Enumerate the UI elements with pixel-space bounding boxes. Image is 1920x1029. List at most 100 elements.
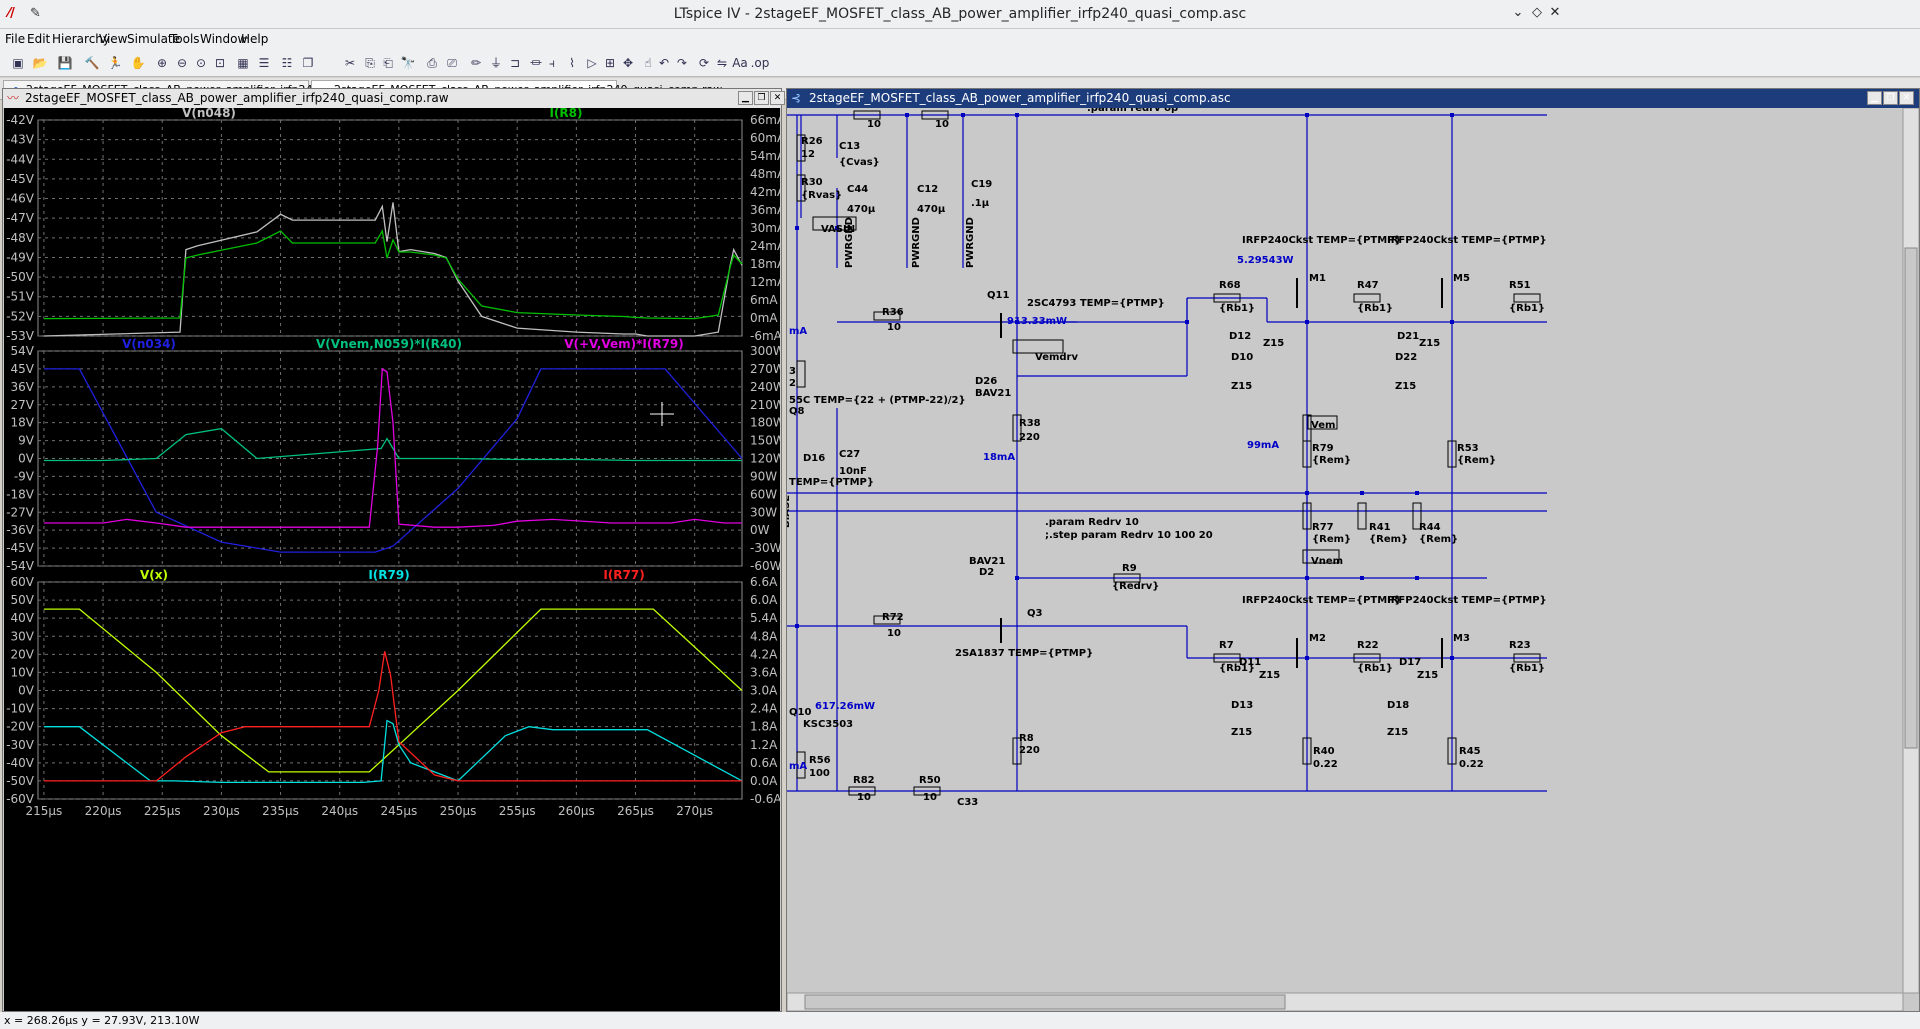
schematic-label[interactable]: 2 bbox=[789, 378, 796, 389]
schematic-label[interactable]: 220 bbox=[1019, 432, 1040, 443]
schematic-label[interactable]: 18mA bbox=[983, 452, 1015, 463]
schematic-label[interactable]: PWRGND bbox=[965, 217, 976, 268]
schematic-label[interactable]: R22 bbox=[1357, 640, 1379, 651]
schematic-label[interactable]: .param redrv op bbox=[1087, 108, 1178, 114]
schematic-label[interactable]: {Rb1} bbox=[1509, 663, 1545, 674]
diode-icon[interactable]: ▷ bbox=[582, 53, 602, 73]
schematic-label[interactable]: 470µ bbox=[917, 204, 946, 215]
schematic-label[interactable]: IRFP240Ckst TEMP={PTMP} bbox=[1242, 235, 1402, 246]
mdi-close-button[interactable]: ✕ bbox=[1899, 91, 1914, 105]
ground-icon[interactable]: ⏚ bbox=[486, 53, 506, 73]
autorange-icon[interactable]: ▦ bbox=[233, 53, 253, 73]
schematic-label[interactable]: R45 bbox=[1459, 746, 1481, 757]
schematic-label[interactable]: R53 bbox=[1457, 443, 1479, 454]
schematic-label[interactable]: C33 bbox=[957, 797, 978, 808]
zoom-full-icon[interactable]: ⊙ bbox=[191, 53, 211, 73]
schematic-label[interactable]: 55C TEMP={22 + (PTMP-22)/2} bbox=[789, 395, 966, 406]
schematic-label[interactable]: M2 bbox=[1309, 633, 1326, 644]
schematic-label[interactable]: C44 bbox=[847, 184, 868, 195]
schematic-label[interactable]: {Rvas} bbox=[801, 190, 842, 201]
schematic-label[interactable]: R56 bbox=[809, 755, 831, 766]
schematic-label[interactable]: C19 bbox=[971, 179, 992, 190]
schematic-label[interactable]: 617.26mW bbox=[815, 701, 875, 712]
schematic-label[interactable]: Vemdrv bbox=[1035, 352, 1078, 363]
schematic-label[interactable]: R8 bbox=[1019, 733, 1034, 744]
schematic-label[interactable]: Q10 bbox=[789, 707, 811, 718]
schematic-label[interactable]: {Rem} bbox=[1369, 534, 1408, 545]
trace-v-n048-[interactable] bbox=[43, 202, 743, 337]
trace-label[interactable]: V(n048) bbox=[182, 106, 236, 120]
schematic-label[interactable]: M5 bbox=[1453, 273, 1470, 284]
undo-icon[interactable]: ↶ bbox=[654, 53, 674, 73]
print-icon[interactable]: ⎙ bbox=[422, 53, 442, 73]
print-preview-icon[interactable]: ⎚ bbox=[442, 53, 462, 73]
schematic-window-titlebar[interactable]: ⊰ 2stageEF_MOSFET_class_AB_power_amplifi… bbox=[787, 89, 1919, 108]
schematic-label[interactable]: Z15 bbox=[1387, 727, 1408, 738]
schematic-label[interactable]: 10 bbox=[923, 792, 937, 803]
minimize-icon[interactable]: ⌄ bbox=[1509, 5, 1527, 23]
schematic-label[interactable]: mA bbox=[789, 761, 807, 772]
trace-i-r8-[interactable] bbox=[43, 229, 743, 320]
schematic-label[interactable]: D18 bbox=[1387, 700, 1409, 711]
find-icon[interactable]: 🔭 bbox=[398, 53, 418, 73]
mdi-minimize-button[interactable]: ▁ bbox=[1867, 91, 1882, 105]
waveform-plot-area[interactable]: -42V -43V -44V -45V -46V -47V -48V -49V -50V -51V… bbox=[4, 106, 786, 1011]
menu-help[interactable]: Help bbox=[241, 32, 268, 46]
schematic-label[interactable]: .1µ bbox=[971, 198, 990, 209]
schematic-label[interactable]: R23 bbox=[1509, 640, 1531, 651]
schematic-label[interactable]: 10 bbox=[867, 119, 881, 130]
schematic-label[interactable]: 2SA1837 TEMP={PTMP} bbox=[955, 648, 1093, 659]
schematic-label[interactable]: D10 bbox=[1231, 352, 1253, 363]
inductor-icon[interactable]: ⌇ bbox=[562, 53, 582, 73]
schematic-label[interactable]: R68 bbox=[1219, 280, 1241, 291]
text-icon[interactable]: Aa bbox=[730, 53, 750, 73]
schematic-label[interactable]: R26 bbox=[801, 136, 823, 147]
schematic-label[interactable]: D12 bbox=[1229, 331, 1251, 342]
schematic-label[interactable]: Z15 bbox=[1263, 338, 1284, 349]
mdi-restore-button[interactable]: ❐ bbox=[754, 91, 769, 105]
menu-edit[interactable]: Edit bbox=[27, 32, 50, 46]
trace-i-r79-[interactable] bbox=[43, 719, 743, 784]
schematic-label[interactable]: .param Redrv 10 bbox=[1045, 517, 1139, 528]
schematic-label[interactable]: 0.22 bbox=[1313, 759, 1338, 770]
paste-icon[interactable]: ⎗ bbox=[378, 53, 398, 73]
schematic-label[interactable]: R38 bbox=[1019, 418, 1041, 429]
schematic-label[interactable]: D17 bbox=[1399, 657, 1421, 668]
schematic-label[interactable]: KSC3503 bbox=[803, 719, 853, 730]
schematic-label[interactable]: {Rem} bbox=[1457, 455, 1496, 466]
capacitor-icon[interactable]: ⫞ bbox=[542, 53, 562, 73]
trace-label[interactable]: V(Vnem,N059)*I(R40) bbox=[316, 337, 462, 351]
schematic-label[interactable]: D16 bbox=[803, 453, 825, 464]
resistor-symbol[interactable] bbox=[1353, 293, 1381, 303]
schematic-label[interactable]: {Redrv} bbox=[1112, 581, 1159, 592]
schematic-label[interactable]: 10 bbox=[887, 628, 901, 639]
schematic-label[interactable]: Q3 bbox=[1027, 608, 1043, 619]
trace-label[interactable]: V(n034) bbox=[122, 337, 176, 351]
schematic-label[interactable]: {Rb1} bbox=[1219, 303, 1255, 314]
schematic-label[interactable]: Vnem bbox=[1311, 556, 1343, 567]
schematic-label[interactable]: M3 bbox=[1453, 633, 1470, 644]
schematic-label[interactable]: 3 bbox=[789, 366, 796, 377]
schematic-label[interactable]: IRFP240Ckst TEMP={PTMP} bbox=[1242, 595, 1402, 606]
save-icon[interactable]: 💾 bbox=[55, 53, 75, 73]
schematic-label[interactable]: Z15 bbox=[1395, 381, 1416, 392]
schematic-label[interactable]: R41 bbox=[1369, 522, 1391, 533]
schematic-label[interactable]: D21 bbox=[1397, 331, 1419, 342]
schematic-label[interactable]: R72 bbox=[882, 612, 904, 623]
mdi-minimize-button[interactable]: ▁ bbox=[738, 91, 753, 105]
schematic-label[interactable]: R50 bbox=[919, 775, 941, 786]
schematic-label[interactable]: R44 bbox=[1419, 522, 1441, 533]
schematic-label[interactable]: ;.step param Redrv 10 100 20 bbox=[1045, 530, 1213, 541]
halt-icon[interactable]: ✋ bbox=[128, 53, 148, 73]
menu-view[interactable]: View bbox=[99, 32, 127, 46]
trace-label[interactable]: V(+V,Vem)*I(R79) bbox=[564, 337, 684, 351]
schematic-label[interactable]: PWRGND bbox=[911, 217, 922, 268]
zoom-in-icon[interactable]: ⊕ bbox=[152, 53, 172, 73]
schematic-label[interactable]: 470µ bbox=[847, 204, 876, 215]
schematic-label[interactable]: mA bbox=[789, 326, 807, 337]
schematic-label[interactable]: R51 bbox=[1509, 280, 1531, 291]
control-panel-icon[interactable]: 🔨 bbox=[82, 53, 102, 73]
trace-label[interactable]: I(R79) bbox=[368, 568, 409, 582]
schematic-label[interactable]: Z15 bbox=[1417, 670, 1438, 681]
schematic-label[interactable]: 0.22 bbox=[1459, 759, 1484, 770]
